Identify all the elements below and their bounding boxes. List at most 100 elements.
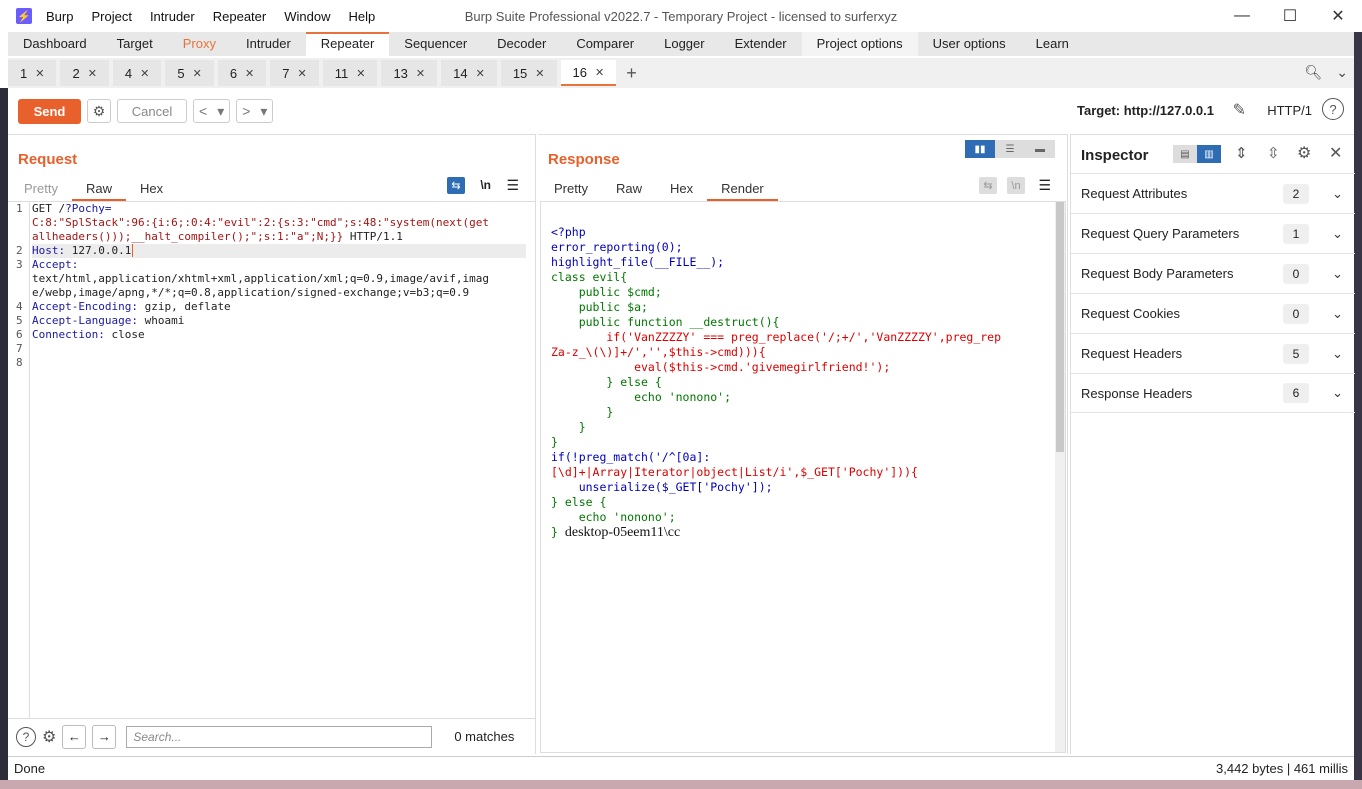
close-tab-icon[interactable]: ✕ [416,67,425,80]
repeater-tab[interactable]: 7 ✕ [270,60,319,86]
chevron-down-icon[interactable]: ⌄ [1332,306,1343,322]
tab-comparer[interactable]: Comparer [561,32,649,56]
help-icon[interactable]: ? [1322,98,1344,120]
close-tab-icon[interactable]: ✕ [35,67,44,80]
repeater-tab[interactable]: 6 ✕ [217,60,267,86]
previous-match-button[interactable]: ← [62,724,87,749]
settings-gear-icon[interactable]: ⚙ [42,727,56,747]
inspector-row-response-headers[interactable]: Response Headers 6 ⌄ [1071,373,1355,413]
repeater-tab[interactable]: 1 ✕ [8,60,57,86]
side-by-side-layout-icon[interactable]: ▮▮ [965,140,995,158]
inspector-row-body-params[interactable]: Request Body Parameters 0 ⌄ [1071,253,1355,293]
edit-pencil-icon[interactable]: ✎ [1233,100,1246,120]
minimize-icon[interactable]: — [1218,0,1266,32]
settings-gear-icon[interactable]: ⚙ [1297,143,1311,163]
repeater-tab[interactable]: 2 ✕ [60,60,109,86]
close-tab-icon[interactable]: ✕ [298,67,307,80]
tab-raw[interactable]: Raw [71,179,126,201]
help-icon[interactable]: ? [16,726,36,747]
maximize-icon[interactable]: ☐ [1266,0,1314,32]
tab-intruder[interactable]: Intruder [231,32,306,56]
wrap-lines-icon[interactable]: ⇆ [447,177,465,194]
rendered-response[interactable]: <?php error_reporting(0); highlight_file(_… [540,201,1066,753]
tab-sequencer[interactable]: Sequencer [389,32,482,56]
close-tab-icon[interactable]: ✕ [245,67,254,80]
close-tab-icon[interactable]: ✕ [356,67,365,80]
tab-hex[interactable]: Hex [656,179,707,201]
menu-help[interactable]: Help [348,9,375,24]
tab-learn[interactable]: Learn [1021,32,1084,56]
tab-decoder[interactable]: Decoder [482,32,561,56]
menu-icon[interactable]: ☰ [1038,177,1051,194]
close-tab-icon[interactable]: ✕ [88,67,97,80]
inspector-row-cookies[interactable]: Request Cookies 0 ⌄ [1071,293,1355,333]
tab-logger[interactable]: Logger [649,32,719,56]
tab-pretty[interactable]: Pretty [10,179,72,201]
menu-window[interactable]: Window [284,9,330,24]
request-editor[interactable]: 1 2 3 4 5 6 7 8 GET /?Pochy= C:8:"SplSta… [8,201,536,719]
close-tab-icon[interactable]: ✕ [193,67,202,80]
menu-project[interactable]: Project [91,9,131,24]
close-icon[interactable]: ✕ [1314,0,1362,32]
tab-hex[interactable]: Hex [126,179,177,201]
tab-pretty[interactable]: Pretty [540,179,602,201]
panel-view-icon[interactable]: ▥ [1197,145,1221,163]
tab-render[interactable]: Render [707,179,778,201]
close-tab-icon[interactable]: ✕ [476,67,485,80]
close-tab-icon[interactable]: ✕ [595,66,604,79]
chevron-down-icon[interactable]: ⌄ [1332,266,1343,282]
chevron-down-icon[interactable]: ⌄ [1332,186,1343,202]
tab-proxy[interactable]: Proxy [168,32,231,56]
single-pane-layout-icon[interactable]: ▬ [1025,140,1055,158]
repeater-tab[interactable]: 15 ✕ [500,60,557,86]
repeater-tab[interactable]: 5 ✕ [165,60,214,86]
history-back[interactable]: < ▾ [193,99,231,123]
menu-burp[interactable]: Burp [46,9,73,24]
settings-gear-icon[interactable]: ⚙ [87,99,111,123]
tab-raw[interactable]: Raw [602,179,656,201]
repeater-tab[interactable]: 11 ✕ [322,60,378,86]
vertical-scrollbar[interactable] [1055,202,1065,752]
close-tab-icon[interactable]: ✕ [140,67,149,80]
menu-icon[interactable]: ☰ [506,177,519,194]
close-tab-icon[interactable]: ✕ [535,67,544,80]
inspector-row-query-params[interactable]: Request Query Parameters 1 ⌄ [1071,213,1355,253]
tab-repeater[interactable]: Repeater [305,32,390,56]
inspector-row-request-attributes[interactable]: Request Attributes 2 ⌄ [1071,173,1355,213]
repeater-tab[interactable]: 14 ✕ [441,60,497,86]
forward-arrow-icon[interactable]: > [237,103,255,119]
menu-intruder[interactable]: Intruder [150,9,195,24]
send-button[interactable]: Send [18,98,81,124]
repeater-tab[interactable]: 13 ✕ [381,60,438,86]
tab-extender[interactable]: Extender [720,32,802,56]
inspector-row-request-headers[interactable]: Request Headers 5 ⌄ [1071,333,1355,373]
newline-toggle-icon[interactable]: \n [480,178,491,192]
tab-project-options[interactable]: Project options [801,32,918,56]
next-match-button[interactable]: → [92,724,117,749]
menu-repeater[interactable]: Repeater [213,9,266,24]
list-view-icon[interactable]: ▤ [1173,145,1197,163]
chevron-down-icon[interactable]: ⌄ [1332,226,1343,242]
stacked-layout-icon[interactable]: ☰ [995,140,1025,158]
cancel-button[interactable]: Cancel [117,99,187,123]
chevron-down-icon[interactable]: ⌄ [1332,346,1343,362]
dropdown-icon[interactable]: ▾ [212,103,229,120]
chevron-down-icon[interactable]: ⌄ [1336,64,1348,81]
tab-user-options[interactable]: User options [918,32,1021,56]
http-version[interactable]: HTTP/1 [1267,103,1312,118]
tab-dashboard[interactable]: Dashboard [8,32,102,56]
scrollbar-thumb[interactable] [1056,202,1064,452]
repeater-tab-active[interactable]: 16 ✕ [560,60,617,86]
dropdown-icon[interactable]: ▾ [255,103,272,120]
history-forward[interactable]: > ▾ [236,99,274,123]
search-icon[interactable]: 🔍︎ [1304,64,1322,81]
tab-target[interactable]: Target [102,32,168,56]
back-arrow-icon[interactable]: < [194,103,212,119]
expand-all-icon[interactable]: ⇕ [1235,144,1248,162]
collapse-all-icon[interactable]: ⇳ [1267,144,1280,162]
repeater-tab[interactable]: 4 ✕ [112,60,162,86]
add-tab-icon[interactable]: + [626,63,637,84]
chevron-down-icon[interactable]: ⌄ [1332,385,1343,401]
close-icon[interactable]: ✕ [1329,143,1342,163]
search-input[interactable]: Search... [126,725,433,748]
